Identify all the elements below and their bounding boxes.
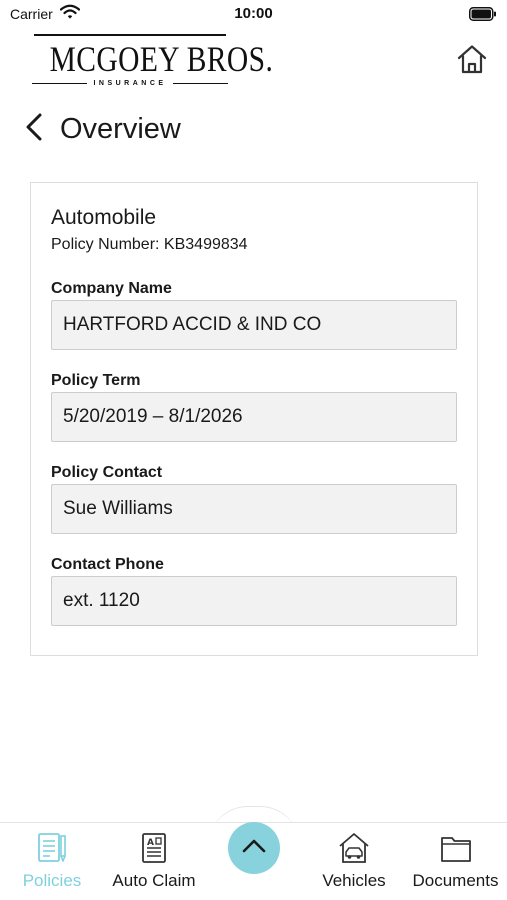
logo-rule bbox=[34, 34, 226, 36]
page-title: Overview bbox=[60, 113, 181, 145]
chevron-up-icon bbox=[241, 838, 267, 859]
tab-vehicles[interactable]: Vehicles bbox=[304, 823, 404, 899]
company-name-field: HARTFORD ACCID & IND CO bbox=[51, 300, 457, 350]
expand-menu-button[interactable] bbox=[228, 822, 280, 874]
policies-icon bbox=[0, 831, 104, 865]
home-button[interactable] bbox=[455, 44, 489, 78]
policy-contact-label: Policy Contact bbox=[51, 464, 163, 481]
home-icon bbox=[456, 44, 488, 79]
policy-type: Automobile bbox=[51, 206, 157, 229]
tab-policies[interactable]: Policies bbox=[0, 823, 104, 899]
tab-label: Policies bbox=[22, 871, 82, 890]
logo-divider bbox=[32, 82, 88, 84]
contact-phone-field[interactable]: ext. 1120 bbox=[51, 576, 457, 626]
svg-text:A: A bbox=[147, 838, 154, 848]
policy-term-label: Policy Term bbox=[51, 372, 141, 389]
documents-icon bbox=[404, 831, 507, 865]
logo-name: MCGOEY BROS. bbox=[49, 39, 274, 79]
battery-icon bbox=[469, 7, 497, 26]
tab-auto-claim[interactable]: A Auto Claim bbox=[104, 823, 204, 899]
logo-subtitle: INSURANCE bbox=[93, 79, 167, 87]
policy-term-field: 5/20/2019 – 8/1/2026 bbox=[51, 392, 457, 442]
logo-divider bbox=[172, 82, 228, 84]
back-button[interactable] bbox=[24, 112, 48, 146]
company-name-label: Company Name bbox=[51, 280, 172, 297]
contact-phone-label: Contact Phone bbox=[51, 556, 164, 573]
tab-label: Documents bbox=[412, 871, 499, 890]
brand-logo: MCGOEY BROS. INSURANCE bbox=[32, 34, 274, 88]
tab-documents[interactable]: Documents bbox=[404, 823, 507, 899]
chevron-left-icon bbox=[24, 112, 44, 147]
tab-label: Auto Claim bbox=[112, 871, 196, 890]
auto-claim-icon: A bbox=[104, 831, 204, 865]
policy-card: Automobile Policy Number: KB3499834 Comp… bbox=[30, 182, 478, 656]
status-time: 10:00 bbox=[234, 5, 273, 22]
policy-contact-field: Sue Williams bbox=[51, 484, 457, 534]
logo-subtitle-row: INSURANCE bbox=[32, 78, 228, 88]
policy-number: Policy Number: KB3499834 bbox=[51, 236, 248, 253]
status-bar: Carrier 10:00 bbox=[0, 0, 507, 28]
tab-label: Vehicles bbox=[322, 871, 386, 890]
vehicles-icon bbox=[304, 831, 404, 865]
